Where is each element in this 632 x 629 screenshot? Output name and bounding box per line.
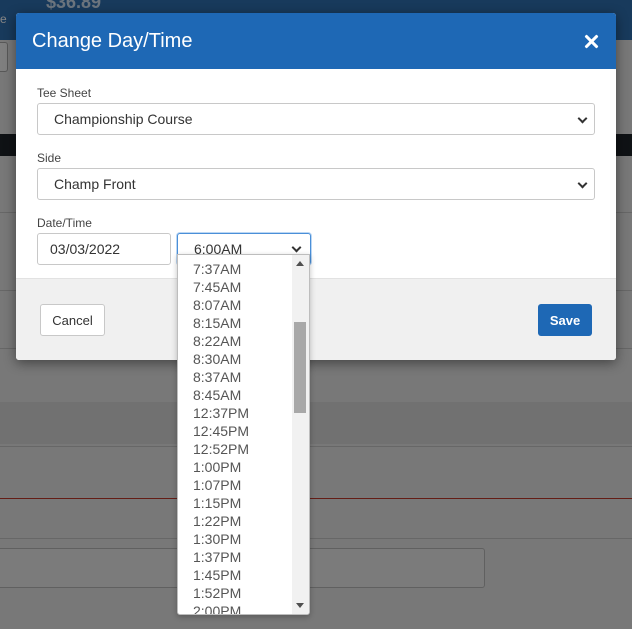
time-option[interactable]: 1:07PM [178,476,293,494]
dialog-footer: Cancel Save [16,278,616,360]
time-option[interactable]: 1:00PM [178,458,293,476]
time-option[interactable]: 1:22PM [178,512,293,530]
side-label: Side [37,151,62,165]
time-option[interactable]: 8:30AM [178,350,293,368]
time-option[interactable]: 12:45PM [178,422,293,440]
date-time-row: 6:00AM [37,233,595,265]
time-option[interactable]: 8:37AM [178,368,293,386]
time-option[interactable]: 2:00PM [178,602,293,614]
date-input[interactable] [37,233,171,265]
time-option[interactable]: 7:45AM [178,278,293,296]
close-icon[interactable] [584,34,598,48]
time-dropdown-list[interactable]: 7:37AM 7:45AM 8:07AM 8:15AM 8:22AM 8:30AM 8:37… [177,254,310,615]
dialog-header: Change Day/Time [16,13,616,69]
time-option[interactable]: 8:22AM [178,332,293,350]
tee-sheet-label: Tee Sheet [37,86,92,100]
change-day-time-dialog: Change Day/Time Tee Sheet Championship C… [16,13,616,360]
time-option[interactable]: 1:45PM [178,566,293,584]
time-option[interactable]: 12:37PM [178,404,293,422]
side-value: Champ Front [54,176,136,192]
tee-sheet-select[interactable]: Championship Course [37,103,595,135]
tee-sheet-value: Championship Course [54,111,193,127]
time-option[interactable]: 8:07AM [178,296,293,314]
time-option[interactable]: 8:45AM [178,386,293,404]
time-option[interactable]: 1:52PM [178,584,293,602]
dialog-title: Change Day/Time [32,29,193,52]
date-time-label: Date/Time [37,216,92,230]
scrollbar-thumb[interactable] [294,322,306,413]
time-option[interactable]: 8:15AM [178,314,293,332]
time-options: 7:37AM 7:45AM 8:07AM 8:15AM 8:22AM 8:30AM 8:37… [178,260,293,614]
chevron-down-icon [577,178,588,189]
dialog-body: Tee Sheet Championship Course Side Champ… [16,69,616,278]
time-option[interactable]: 7:37AM [178,260,293,278]
scroll-down-arrow-icon[interactable] [296,603,304,608]
scroll-up-arrow-icon[interactable] [296,261,304,266]
time-option[interactable]: 1:37PM [178,548,293,566]
side-select[interactable]: Champ Front [37,168,595,200]
time-option[interactable]: 12:52PM [178,440,293,458]
save-button[interactable]: Save [538,304,592,336]
cancel-button[interactable]: Cancel [40,304,105,336]
time-option[interactable]: 1:15PM [178,494,293,512]
chevron-down-icon [577,113,588,124]
chevron-down-icon [291,242,302,253]
dropdown-scrollbar[interactable] [292,255,309,614]
time-option[interactable]: 1:30PM [178,530,293,548]
